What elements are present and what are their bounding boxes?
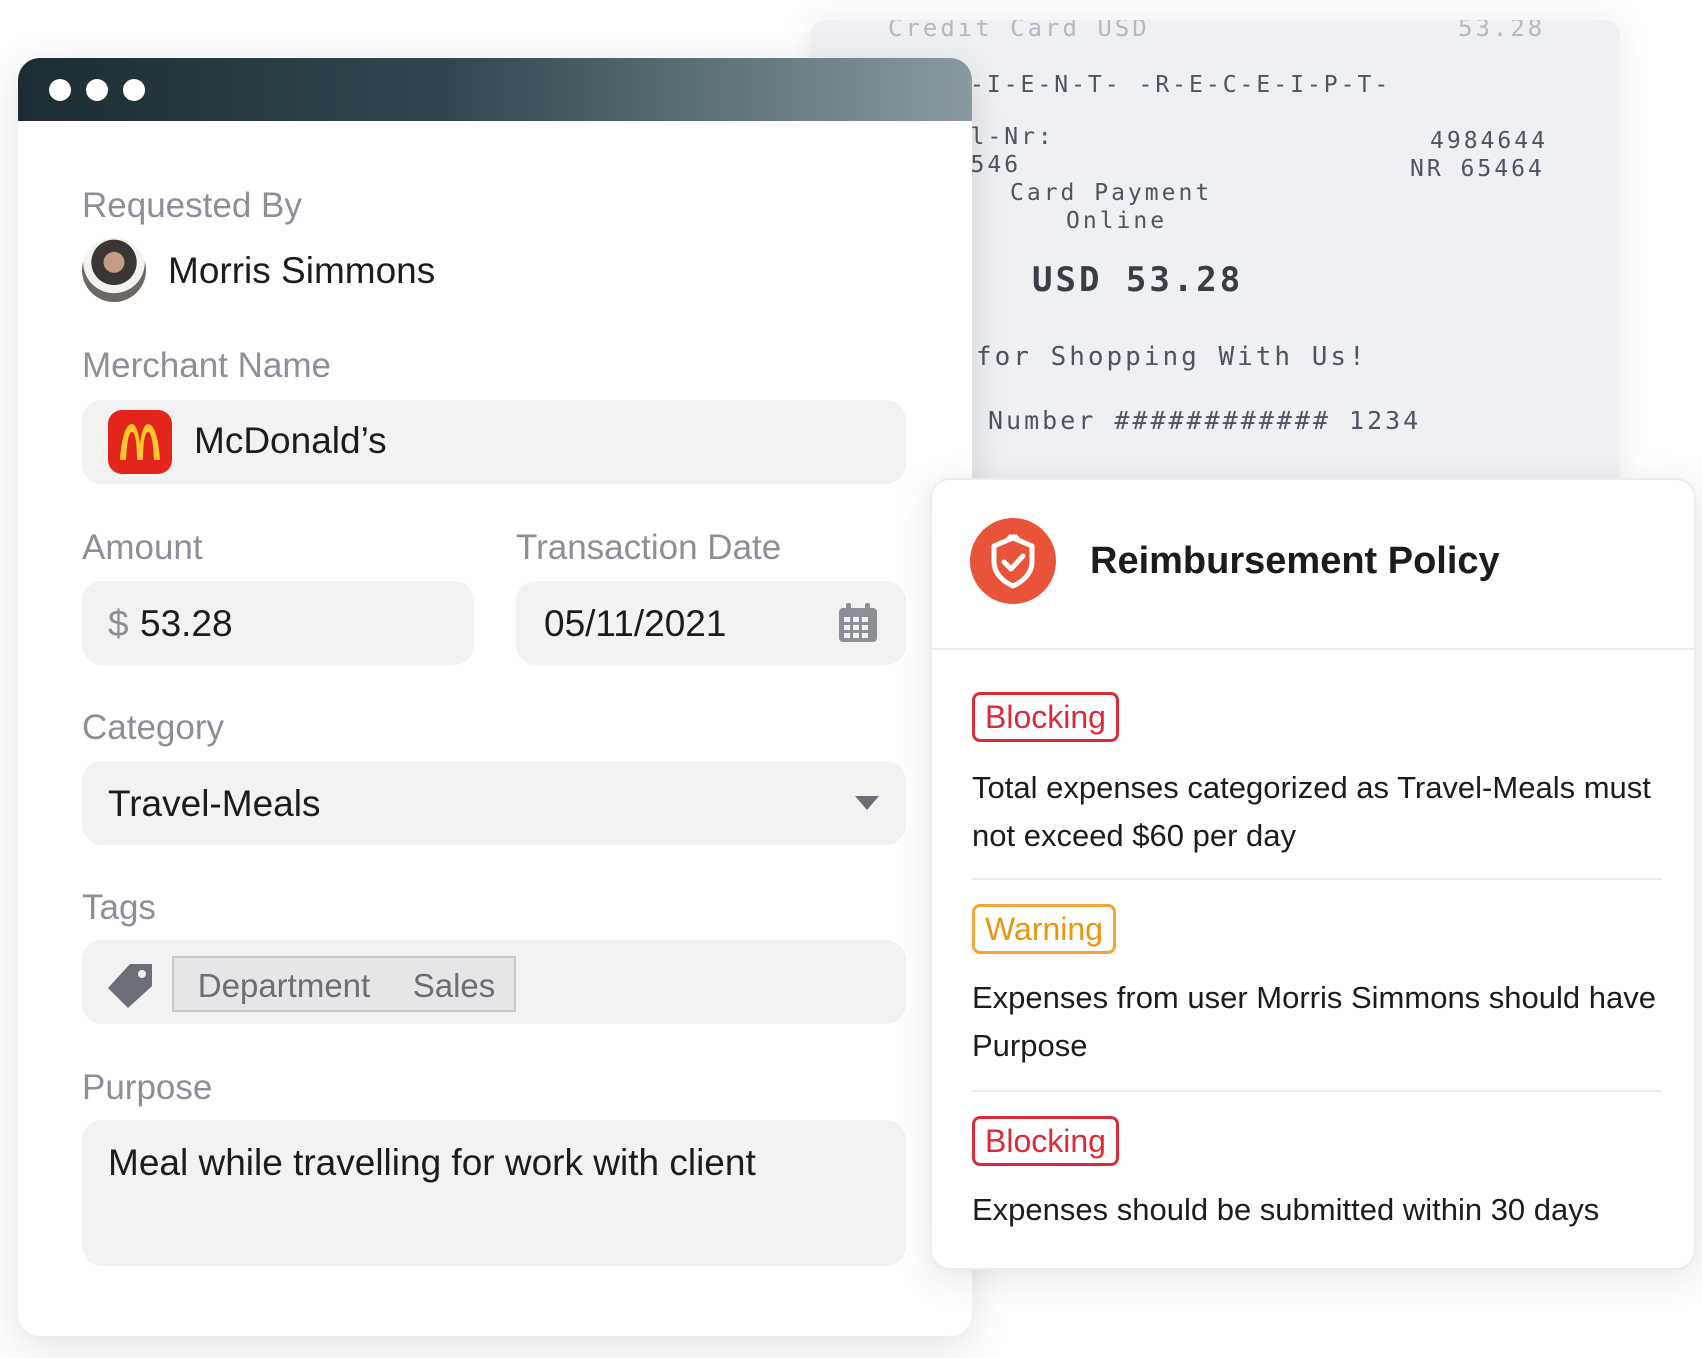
receipt-line: 4984644	[1430, 128, 1548, 154]
currency-symbol: $	[108, 603, 129, 644]
receipt-line: 53.28	[1458, 20, 1546, 42]
avatar	[82, 238, 146, 302]
receipt-line: Number ############ 1234	[988, 406, 1422, 435]
merchant-name-label: Merchant Name	[82, 346, 331, 385]
amount-label: Amount	[82, 528, 203, 567]
requester-name: Morris Simmons	[168, 250, 436, 291]
purpose-textarea[interactable]: Meal while travelling for work with clie…	[82, 1120, 906, 1266]
transaction-date-label: Transaction Date	[516, 528, 782, 567]
requested-by-label: Requested By	[82, 186, 302, 225]
window-dot-icon[interactable]	[123, 79, 145, 101]
receipt-line: Credit Card USD	[888, 20, 1150, 42]
window-titlebar	[18, 58, 972, 121]
tag-chip-sales[interactable]: Sales	[394, 956, 516, 1012]
amount-field[interactable]: $ 53.28	[82, 581, 474, 665]
blocking-badge: Blocking	[972, 1116, 1119, 1166]
tag-chip-department[interactable]: Department	[172, 956, 396, 1012]
divider	[932, 648, 1694, 650]
purpose-label: Purpose	[82, 1068, 213, 1107]
category-select[interactable]: Travel-Meals	[82, 761, 906, 845]
policy-title: Reimbursement Policy	[1090, 540, 1500, 582]
policy-rule-text: Total expenses categorized as Travel-Mea…	[972, 770, 1651, 853]
policy-rule-text: Expenses from user Morris Simmons should…	[972, 980, 1656, 1063]
receipt-line: -I-E-N-T- -R-E-C-E-I-P-T-	[970, 72, 1392, 98]
divider	[972, 1090, 1662, 1092]
tag-icon	[106, 960, 156, 1010]
category-value: Travel-Meals	[108, 783, 321, 824]
merchant-name-value: McDonald’s	[194, 420, 387, 461]
receipt-line: NR 65464	[1410, 156, 1545, 182]
transaction-date-value: 05/11/2021	[544, 603, 727, 644]
window-dot-icon[interactable]	[86, 79, 108, 101]
reimbursement-policy-card: Reimbursement Policy Blocking Total expe…	[930, 478, 1696, 1270]
blocking-badge: Blocking	[972, 692, 1119, 742]
receipt-line: Card Payment	[1010, 180, 1213, 206]
divider	[972, 878, 1662, 880]
window-dot-icon[interactable]	[49, 79, 71, 101]
purpose-value: Meal while travelling for work with clie…	[108, 1142, 756, 1183]
shield-check-icon	[970, 518, 1056, 604]
policy-rule-text: Expenses should be submitted within 30 d…	[972, 1192, 1600, 1227]
receipt-total: USD 53.28	[1032, 260, 1244, 300]
receipt-line: Online	[1066, 208, 1168, 234]
mcdonalds-logo-icon	[108, 410, 172, 474]
transaction-date-field[interactable]: 05/11/2021	[516, 581, 906, 665]
merchant-name-field[interactable]: McDonald’s	[82, 400, 906, 484]
tags-label: Tags	[82, 888, 156, 927]
category-label: Category	[82, 708, 225, 747]
receipt-line: ks for Shopping With Us!	[920, 342, 1368, 372]
expense-form-window: Requested By Morris Simmons Merchant Nam…	[18, 58, 972, 1336]
amount-value: 53.28	[140, 603, 233, 644]
chevron-down-icon[interactable]	[854, 793, 880, 813]
warning-badge: Warning	[972, 904, 1116, 954]
calendar-icon[interactable]	[836, 601, 880, 645]
